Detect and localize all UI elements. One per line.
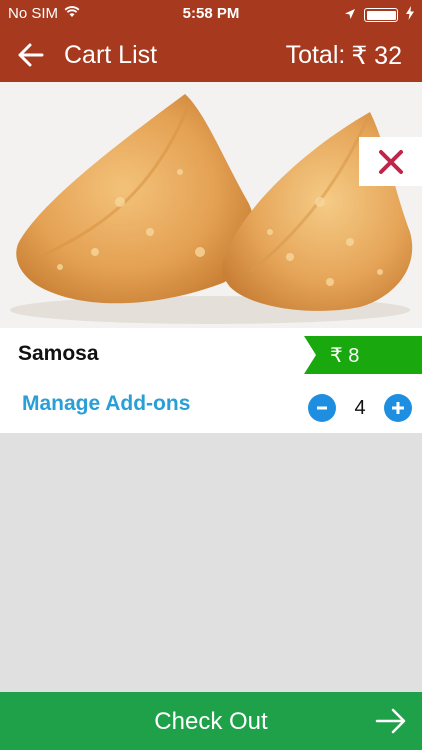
back-arrow-icon [18,43,44,67]
plus-icon [392,402,404,414]
charging-bolt-icon [406,6,414,24]
status-right [344,6,414,24]
status-bar: No SIM 5:58 PM [0,0,422,28]
minus-icon [317,406,327,410]
manage-addons-link[interactable]: Manage Add-ons [22,392,190,416]
samosa-image [0,82,422,328]
checkout-label: Check Out [154,708,268,735]
item-name: Samosa [18,342,99,365]
item-price: ₹ 8 [330,345,360,367]
decrease-quantity-button[interactable] [308,394,336,422]
price-tag: ₹ 8 [304,336,422,374]
app-header: Cart List Total: ₹ 32 [0,28,422,82]
quantity-stepper: 4 [308,394,412,422]
product-image [0,82,422,328]
total-value: ₹ 32 [351,42,402,70]
page-title: Cart List [64,41,158,69]
increase-quantity-button[interactable] [384,394,412,422]
total-label: Total: [285,41,346,69]
price-tag-shape [304,336,422,374]
battery-icon [364,8,398,22]
arrow-right-icon [374,707,408,740]
cart-total: Total: ₹ 32 [286,41,402,71]
checkout-button[interactable]: Check Out [0,692,422,750]
location-arrow-icon [344,7,356,24]
close-icon [378,149,403,174]
remove-item-button[interactable] [359,137,422,186]
back-button[interactable] [16,41,46,69]
quantity-value: 4 [354,396,366,419]
cart-item-card: Samosa ₹ 8 Manage Add-ons 4 [0,328,422,433]
